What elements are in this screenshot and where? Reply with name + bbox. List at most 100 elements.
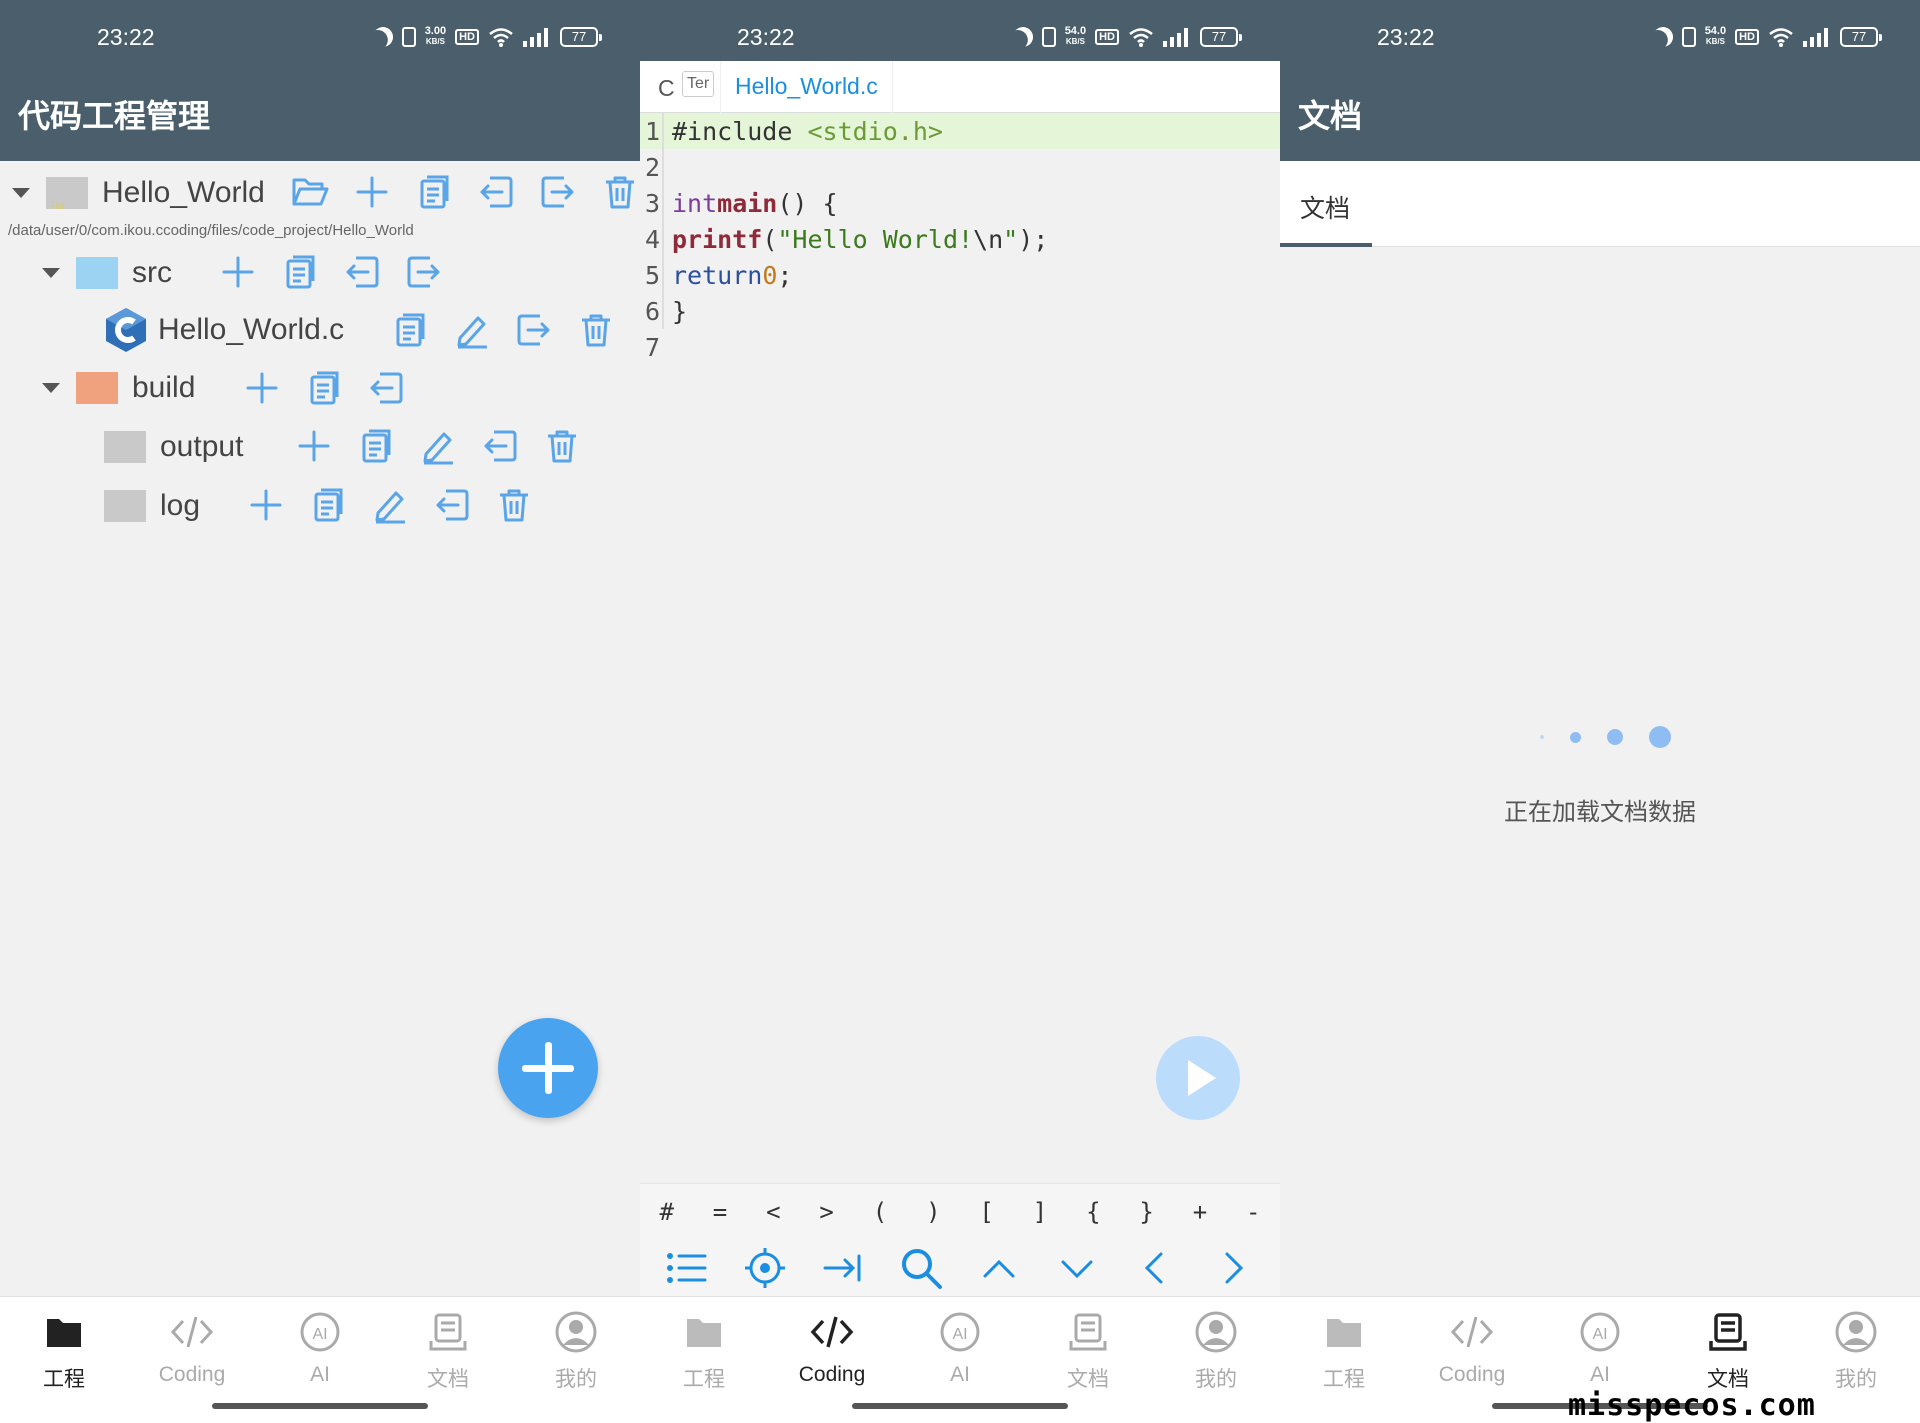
symbol-key[interactable]: =	[713, 1198, 727, 1226]
chevron-up-icon[interactable]	[977, 1246, 1021, 1290]
caret-down-icon[interactable]	[42, 383, 60, 393]
import-icon[interactable]	[342, 252, 382, 292]
import-icon[interactable]	[432, 485, 472, 525]
add-icon[interactable]	[294, 426, 334, 466]
home-indicator[interactable]	[852, 1403, 1068, 1409]
symbol-key[interactable]: (	[873, 1198, 887, 1226]
nav-ai[interactable]: AI AI	[1536, 1309, 1664, 1387]
run-button[interactable]	[1156, 1036, 1240, 1120]
tab-docs[interactable]: 文档	[1300, 189, 1350, 225]
export-icon[interactable]	[404, 252, 444, 292]
edit-icon[interactable]	[370, 485, 410, 525]
tree-row-build[interactable]: build	[42, 363, 195, 413]
nav-mine[interactable]: 我的	[1152, 1309, 1280, 1393]
copy-icon[interactable]	[280, 252, 320, 292]
terminal-button[interactable]: Ter	[682, 71, 715, 97]
symbol-key[interactable]: [	[979, 1198, 993, 1226]
code-editor[interactable]: 1 #include <stdio.h> 2 3 int main() { 4 pr…	[640, 113, 1280, 365]
add-project-button[interactable]	[498, 1018, 598, 1118]
import-icon[interactable]	[480, 426, 520, 466]
code-line[interactable]: 3 int main() {	[640, 185, 1280, 221]
folder-icon	[104, 431, 146, 463]
code-line[interactable]: 4 printf("Hello World! \n ");	[640, 221, 1280, 257]
symbol-key[interactable]: )	[926, 1198, 940, 1226]
tab-file[interactable]: Hello_World.c	[720, 61, 893, 113]
symbol-key[interactable]: #	[659, 1198, 673, 1226]
symbol-key[interactable]: ]	[1033, 1198, 1047, 1226]
nav-projects[interactable]: 工程	[640, 1309, 768, 1393]
nav-coding[interactable]: Coding	[128, 1309, 256, 1387]
edit-icon[interactable]	[452, 310, 492, 350]
bottom-nav: 工程 Coding AI AI 文档 我的	[0, 1296, 640, 1423]
hd-icon: HD	[1095, 28, 1119, 45]
nav-docs[interactable]: 文档	[1664, 1309, 1792, 1393]
page-title: 代码工程管理	[18, 97, 211, 135]
file-actions	[390, 310, 616, 350]
status-bar: 23:22 3.00 KB/S HD 77	[0, 0, 640, 61]
tree-row-root[interactable]: Ter Hello_World	[12, 168, 265, 218]
copy-icon[interactable]	[414, 172, 454, 212]
chevron-right-icon[interactable]	[1211, 1246, 1255, 1290]
nav-coding[interactable]: Coding	[768, 1309, 896, 1387]
tree-row-src[interactable]: src	[42, 248, 172, 298]
code-line[interactable]: 2	[640, 149, 1280, 185]
copy-icon[interactable]	[390, 310, 430, 350]
edit-icon[interactable]	[418, 426, 458, 466]
code-line[interactable]: 7	[640, 329, 1280, 365]
import-icon[interactable]	[366, 368, 406, 408]
symbol-key[interactable]: {	[1086, 1198, 1100, 1226]
status-bar: 23:22 54.0 KB/S HD 77	[640, 0, 1280, 61]
copy-icon[interactable]	[304, 368, 344, 408]
loading-dot	[1570, 731, 1581, 743]
import-icon[interactable]	[476, 172, 516, 212]
tab-indent-icon[interactable]	[821, 1246, 865, 1290]
chevron-left-icon[interactable]	[1133, 1246, 1177, 1290]
symbol-key[interactable]: }	[1139, 1198, 1153, 1226]
svg-text:AI: AI	[952, 1326, 967, 1343]
export-icon[interactable]	[538, 172, 578, 212]
add-icon[interactable]	[246, 485, 286, 525]
symbol-key[interactable]: >	[819, 1198, 833, 1226]
delete-icon[interactable]	[600, 172, 640, 212]
network-speed: 3.00 KB/S	[424, 25, 447, 47]
add-icon[interactable]	[218, 252, 258, 292]
code-line[interactable]: 5 return 0;	[640, 257, 1280, 293]
export-icon[interactable]	[514, 310, 554, 350]
open-folder-icon[interactable]	[290, 172, 330, 212]
nav-projects[interactable]: 工程	[1280, 1309, 1408, 1393]
copy-icon[interactable]	[356, 426, 396, 466]
nav-docs[interactable]: 文档	[1024, 1309, 1152, 1393]
code-line[interactable]: 1 #include <stdio.h>	[640, 113, 1280, 149]
list-icon[interactable]	[665, 1246, 709, 1290]
home-indicator[interactable]	[212, 1403, 428, 1409]
symbol-key[interactable]: +	[1193, 1198, 1207, 1226]
profile-icon	[555, 1311, 597, 1353]
nav-ai[interactable]: AI AI	[896, 1309, 1024, 1387]
nav-docs[interactable]: 文档	[384, 1309, 512, 1393]
add-icon[interactable]	[352, 172, 392, 212]
delete-icon[interactable]	[494, 485, 534, 525]
search-icon[interactable]	[899, 1246, 943, 1290]
code-line[interactable]: 6}	[640, 293, 1280, 329]
symbol-key[interactable]: -	[1246, 1198, 1260, 1226]
nav-ai[interactable]: AI AI	[256, 1309, 384, 1387]
chevron-down-icon[interactable]	[1055, 1246, 1099, 1290]
tree-row-output[interactable]: output	[104, 422, 243, 472]
locate-icon[interactable]	[743, 1246, 787, 1290]
tree-item-label: build	[132, 371, 196, 404]
nav-coding[interactable]: Coding	[1408, 1309, 1536, 1387]
nav-projects[interactable]: 工程	[0, 1309, 128, 1393]
tree-row-file[interactable]: Hello_World.c	[104, 305, 344, 355]
language-label: C	[658, 75, 675, 101]
tab-indicator	[1280, 243, 1372, 247]
nav-mine[interactable]: 我的	[1792, 1309, 1920, 1393]
caret-down-icon[interactable]	[42, 268, 60, 278]
nav-mine[interactable]: 我的	[512, 1309, 640, 1393]
delete-icon[interactable]	[576, 310, 616, 350]
delete-icon[interactable]	[542, 426, 582, 466]
add-icon[interactable]	[242, 368, 282, 408]
copy-icon[interactable]	[308, 485, 348, 525]
tree-row-log[interactable]: log	[104, 481, 200, 531]
caret-down-icon[interactable]	[12, 188, 30, 198]
symbol-key[interactable]: <	[766, 1198, 780, 1226]
